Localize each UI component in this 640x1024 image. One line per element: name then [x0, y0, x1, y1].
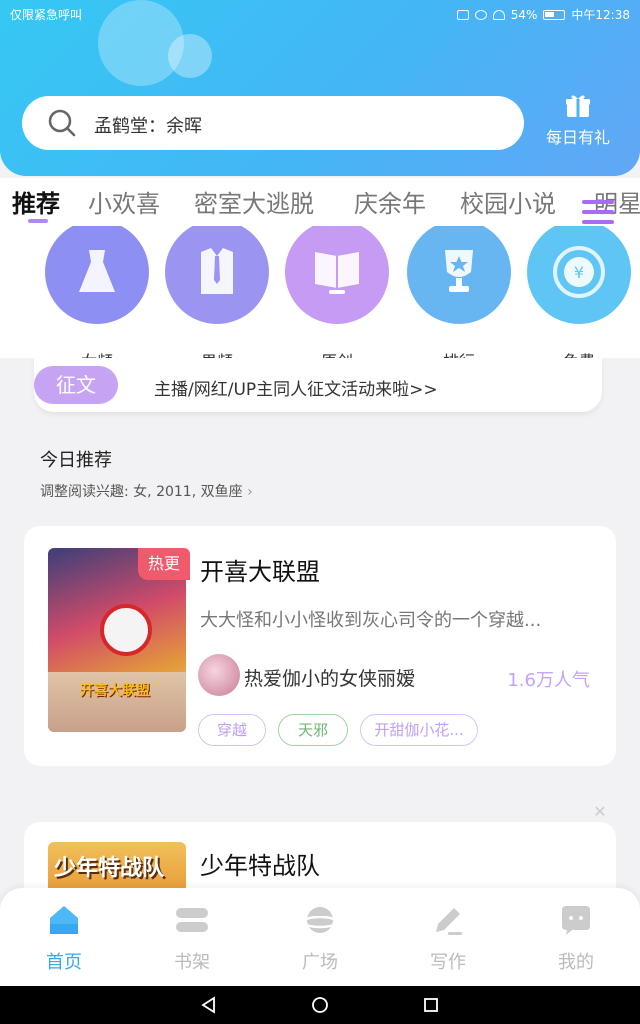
chevron-right-icon: ›	[247, 484, 253, 500]
category-label-female: 女频	[45, 348, 149, 358]
gift-icon	[566, 95, 590, 117]
category-label-ranking: 排行	[407, 348, 511, 358]
book-description: 大大怪和小小怪收到灰心司令的一个穿越...	[200, 610, 542, 631]
category-ranking[interactable]	[407, 226, 511, 324]
search-bar[interactable]: 孟鹤堂：余晖	[22, 96, 524, 150]
nav-label: 广场	[302, 952, 338, 973]
nav-label: 写作	[430, 952, 466, 973]
book-title: 开喜大联盟	[200, 558, 320, 586]
book-icon	[315, 252, 359, 294]
status-left-text: 仅限紧急呼叫	[10, 8, 83, 22]
tab-campus-novel[interactable]: 校园小说	[460, 184, 556, 219]
avatar	[198, 654, 240, 696]
yuan-coin-icon: ¥	[553, 246, 605, 298]
search-icon	[48, 109, 76, 137]
tag-chip[interactable]: 穿越	[198, 714, 266, 746]
essay-banner-text: 主播/网红/UP主同人征文活动来啦>>	[154, 380, 438, 400]
category-tabs: 推荐 小欢喜 密室大逃脱 庆余年 校园小说 明星	[0, 178, 640, 226]
book-card[interactable]: 开喜大联盟 热更 开喜大联盟 大大怪和小小怪收到灰心司令的一个穿越... 热爱伽…	[24, 526, 616, 766]
essay-badge: 征文	[34, 366, 118, 404]
tab-recommend[interactable]: 推荐	[12, 184, 60, 219]
status-right: 54% 中午12:38	[456, 6, 630, 23]
search-placeholder: 孟鹤堂：余晖	[94, 116, 202, 137]
daily-gift-button[interactable]: 每日有礼	[538, 94, 618, 154]
category-label-original: 原创	[285, 348, 389, 358]
home-button-icon[interactable]	[311, 996, 329, 1014]
wifi-icon	[492, 9, 505, 20]
active-tab-indicator	[28, 219, 48, 223]
recent-apps-icon[interactable]	[422, 996, 440, 1014]
battery-percent: 54%	[510, 7, 538, 22]
tab-xiaohuanxi[interactable]: 小欢喜	[88, 184, 160, 219]
nav-label: 首页	[46, 952, 82, 973]
nav-label: 书架	[174, 952, 210, 973]
status-bar: 仅限紧急呼叫 54% 中午12:38	[0, 0, 640, 28]
category-label-free: 免费	[527, 348, 631, 358]
popularity-count: 1.6万人气	[507, 670, 590, 691]
tag-chip[interactable]: 天邪	[278, 714, 348, 746]
category-female[interactable]	[45, 226, 149, 324]
home-icon	[50, 906, 78, 934]
tag-chip[interactable]: 开甜伽小花...	[360, 714, 478, 746]
trophy-icon	[445, 250, 473, 292]
svg-text:¥: ¥	[574, 263, 584, 282]
pen-icon	[436, 908, 462, 935]
nav-plaza[interactable]: 广场	[280, 902, 360, 974]
nav-home[interactable]: 首页	[24, 902, 104, 974]
essay-contest-banner[interactable]: 征文 主播/网红/UP主同人征文活动来啦>>	[34, 358, 602, 412]
nav-profile[interactable]: 我的	[536, 902, 616, 974]
bookshelf-icon	[176, 908, 208, 932]
category-grid: ¥ 女频 男频 原创 排行 免费	[0, 226, 640, 358]
vibrate-icon	[456, 9, 469, 20]
cover-title-text: 少年特战队	[54, 856, 165, 881]
decorative-bubble	[168, 34, 212, 78]
dress-icon	[79, 250, 115, 292]
bottom-navigation: 首页 书架 广场 写作 我的	[0, 888, 640, 986]
system-navigation-bar	[0, 986, 640, 1024]
nav-label: 我的	[558, 952, 594, 973]
eye-icon	[474, 9, 487, 20]
hot-update-badge: 热更	[138, 548, 190, 580]
chat-bubble-icon	[562, 906, 590, 935]
battery-icon	[543, 9, 566, 20]
cover-title-text: 开喜大联盟	[80, 683, 150, 699]
nav-write[interactable]: 写作	[408, 902, 488, 974]
shirt-icon	[201, 248, 233, 294]
nav-bookshelf[interactable]: 书架	[152, 902, 232, 974]
status-time: 中午12:38	[571, 8, 630, 22]
category-male[interactable]	[165, 226, 269, 324]
category-free[interactable]: ¥	[527, 226, 631, 324]
back-icon[interactable]	[200, 996, 218, 1014]
section-title: 今日推荐	[40, 450, 112, 471]
planet-icon	[302, 907, 338, 933]
tab-escape-room[interactable]: 密室大逃脱	[194, 184, 314, 219]
category-label-male: 男频	[165, 348, 269, 358]
category-original[interactable]	[285, 226, 389, 324]
header: 仅限紧急呼叫 54% 中午12:38 孟鹤堂：余晖 每日有礼	[0, 0, 640, 176]
reading-interest-link[interactable]: 调整阅读兴趣: 女, 2011, 双鱼座 ›	[40, 481, 253, 501]
reading-interest-text: 调整阅读兴趣: 女, 2011, 双鱼座	[40, 484, 243, 500]
tab-qingyunian[interactable]: 庆余年	[354, 184, 426, 219]
gift-label: 每日有礼	[545, 128, 610, 147]
author-name: 热爱伽小的女侠丽嫒	[244, 668, 416, 690]
book-title: 少年特战队	[200, 852, 320, 880]
